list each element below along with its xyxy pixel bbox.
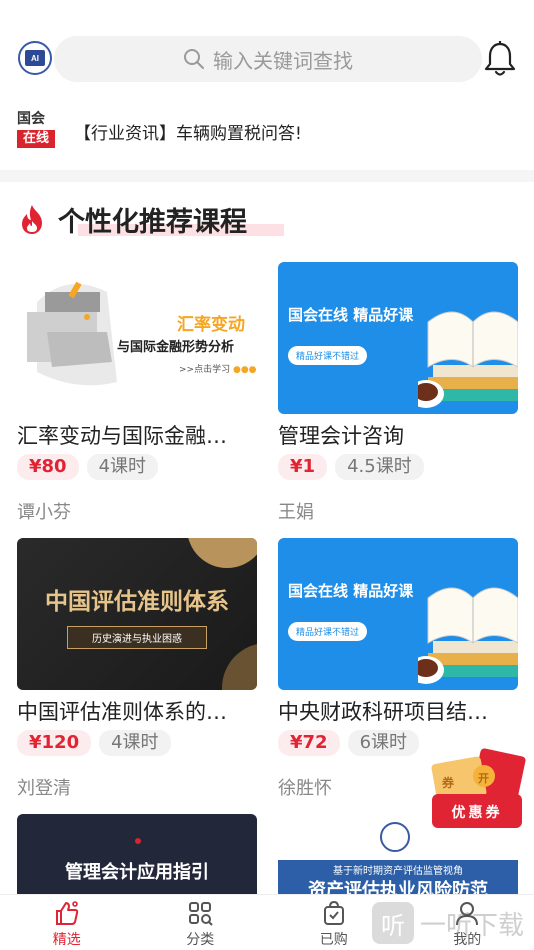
search-bar[interactable]: 输入关键词查找 bbox=[54, 36, 482, 82]
thumb-badge: 精品好课不错过 bbox=[288, 346, 368, 365]
section-title: 个性化推荐课程 bbox=[58, 206, 247, 238]
logo-emblem-icon: AI bbox=[25, 50, 45, 66]
book-illustration bbox=[418, 311, 518, 408]
course-thumbnail[interactable]: 国会在线 精品好课 精品好课不错过 bbox=[278, 262, 518, 414]
thumb-subtitle: 历史演进与执业困惑 bbox=[67, 626, 207, 649]
thumb-dot bbox=[135, 838, 141, 844]
course-hours: 4课时 bbox=[86, 454, 159, 480]
section-divider bbox=[0, 170, 534, 182]
app-logo[interactable]: AI bbox=[18, 41, 52, 75]
search-placeholder: 输入关键词查找 bbox=[213, 48, 353, 73]
nav-item-category[interactable]: 分类 bbox=[134, 895, 268, 950]
course-card[interactable]: 国会在线 精品好课 精品好课不错过 管理会计咨询 ¥1 4.5课时 王娟 bbox=[278, 262, 518, 524]
purchased-bag-icon bbox=[323, 900, 344, 925]
thumb-headline: 中国评估准则体系 bbox=[45, 589, 229, 615]
category-grid-icon bbox=[189, 902, 213, 926]
flame-icon bbox=[22, 205, 42, 234]
nav-item-featured[interactable]: 精选 bbox=[0, 895, 134, 950]
book-illustration bbox=[418, 587, 518, 684]
thumb-headline: 资产评估执业风险防范 bbox=[308, 880, 488, 894]
course-card[interactable]: 汇率变动 与国际金融形势分析 >>点击学习 ●●● 汇率变动与国际金融… ¥80… bbox=[17, 262, 257, 524]
section-header: 个性化推荐课程 bbox=[18, 196, 284, 242]
news-headline[interactable]: 【行业资讯】车辆购置税问答! bbox=[74, 119, 302, 144]
thumb-headline: 管理会计应用指引 bbox=[65, 862, 209, 883]
course-thumbnail[interactable]: 汇率变动 与国际金融形势分析 >>点击学习 ●●● bbox=[17, 262, 257, 414]
thumb-headline: 国会在线 精品好课 bbox=[288, 306, 414, 324]
course-tags: ¥80 4课时 bbox=[17, 454, 257, 480]
thumb-cta-text: >>点击学习 bbox=[179, 365, 231, 375]
course-title[interactable]: 中央财政科研项目结… bbox=[278, 698, 518, 726]
course-tags: ¥120 4课时 bbox=[17, 730, 257, 756]
thumb-cta: >>点击学习 ●●● bbox=[179, 365, 257, 375]
course-teacher: 谭小芬 bbox=[17, 502, 71, 523]
course-tags: ¥1 4.5课时 bbox=[278, 454, 518, 480]
course-teacher: 刘登清 bbox=[17, 778, 71, 799]
news-logo: 国会 在线 bbox=[17, 110, 55, 152]
nav-label: 分类 bbox=[186, 932, 215, 948]
thumb-badge: 精品好课不错过 bbox=[288, 622, 368, 641]
course-hours: 4.5课时 bbox=[335, 454, 424, 480]
course-thumbnail[interactable]: 中国评估准则体系 历史演进与执业困惑 bbox=[17, 538, 257, 690]
watermark-logo-icon: 听 bbox=[372, 902, 414, 944]
coupon-icon bbox=[431, 748, 526, 828]
course-hours: 6课时 bbox=[347, 730, 420, 756]
news-ticker[interactable]: 国会 在线 【行业资讯】车辆购置税问答! bbox=[0, 100, 534, 162]
coupon-float-button[interactable]: 券 开 优惠券 bbox=[424, 746, 528, 836]
course-card[interactable]: 中国评估准则体系 历史演进与执业困惑 中国评估准则体系的… ¥120 4课时 刘… bbox=[17, 538, 257, 800]
course-price: ¥120 bbox=[17, 730, 92, 756]
coupon-chip-2: 开 bbox=[478, 772, 489, 785]
course-title[interactable]: 中国评估准则体系的… bbox=[17, 698, 257, 726]
course-price: ¥1 bbox=[278, 454, 328, 480]
nav-label: 已购 bbox=[319, 932, 348, 948]
thumb-subtitle: 与国际金融形势分析 bbox=[117, 340, 235, 355]
watermark: 听 一听下载 bbox=[372, 902, 524, 944]
news-logo-line1: 国会 bbox=[17, 111, 45, 127]
coupon-chip-1: 券 bbox=[442, 776, 455, 790]
thumb-headline: 国会在线 精品好课 bbox=[288, 582, 414, 600]
course-thumbnail[interactable]: 管理会计应用指引 bbox=[17, 814, 257, 894]
thumbs-up-icon bbox=[55, 901, 78, 925]
search-icon bbox=[184, 49, 204, 69]
thumb-subtitle: 基于新时期资产评估监管视角 bbox=[333, 866, 463, 877]
watermark-text: 一听下载 bbox=[420, 910, 525, 941]
news-logo-line2: 在线 bbox=[17, 130, 55, 148]
thumb-headline: 汇率变动 bbox=[177, 315, 245, 335]
course-price: ¥72 bbox=[278, 730, 340, 756]
course-card[interactable]: 管理会计应用指引 bbox=[17, 814, 257, 894]
course-title[interactable]: 汇率变动与国际金融… bbox=[17, 422, 257, 450]
course-hours: 4课时 bbox=[99, 730, 171, 756]
course-thumbnail[interactable]: 国会在线 精品好课 精品好课不错过 bbox=[278, 538, 518, 690]
bell-icon[interactable] bbox=[482, 40, 518, 78]
course-teacher: 王娟 bbox=[278, 502, 314, 523]
course-title[interactable]: 管理会计咨询 bbox=[278, 422, 518, 450]
course-price: ¥80 bbox=[17, 454, 79, 480]
nav-label: 精选 bbox=[52, 932, 81, 948]
thumb-emblem-icon bbox=[380, 822, 410, 852]
coupon-label: 优惠券 bbox=[451, 805, 503, 821]
header: AI 输入关键词查找 bbox=[0, 0, 534, 100]
